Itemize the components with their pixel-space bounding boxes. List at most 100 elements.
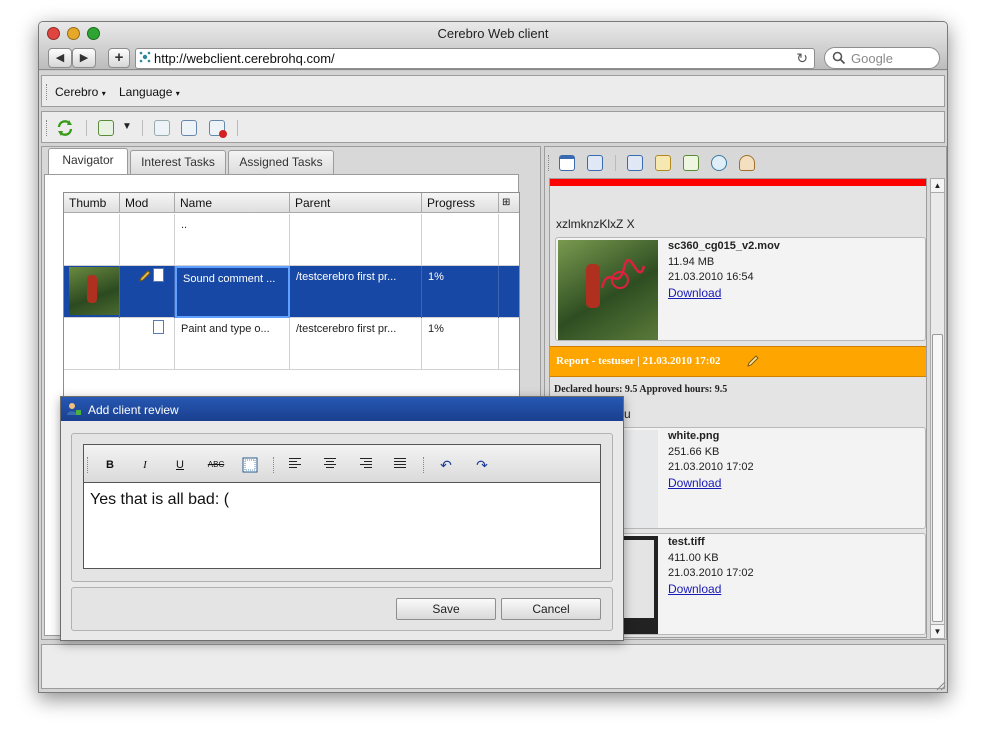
table-row-selected[interactable]: Sound comment ... /testcerebro first pr.… [64, 266, 519, 318]
download-link[interactable]: Download [668, 286, 721, 300]
scroll-down-icon[interactable]: ▼ [931, 624, 944, 638]
status-bar [41, 644, 945, 689]
dialog-button-bar: Save Cancel [71, 587, 613, 631]
search-placeholder: Google [851, 51, 893, 66]
attachment-size: 411.00 KB [668, 552, 719, 564]
browser-titlebar: Cerebro Web client ◀ ▶ + http://webclien… [39, 22, 947, 70]
attachment-date: 21.03.2010 17:02 [668, 567, 754, 579]
row-name: Sound comment ... [175, 266, 290, 318]
add-report-icon[interactable] [655, 155, 671, 171]
forward-button[interactable]: ▶ [72, 48, 96, 68]
toolbar-grip [87, 457, 89, 473]
address-bar[interactable]: http://webclient.cerebrohq.com/ ↻ [135, 48, 815, 69]
add-note-icon[interactable] [683, 155, 699, 171]
row-thumb [64, 214, 120, 266]
menu-language[interactable]: Language ▾ [119, 85, 180, 99]
column-header-progress[interactable]: Progress [422, 193, 499, 213]
dropdown-arrow-icon[interactable]: ▼ [122, 121, 132, 132]
attachment-thumbnail[interactable] [558, 240, 658, 340]
underline-button[interactable]: U [171, 457, 189, 473]
bold-button[interactable]: B [101, 457, 119, 473]
report-hours: Declared hours: 9.5 Approved hours: 9.5 [554, 384, 728, 395]
redo-icon[interactable]: ↷ [473, 457, 491, 473]
toolbar-grip [548, 155, 550, 171]
reload-icon[interactable]: ↻ [796, 50, 808, 67]
save-button[interactable]: Save [396, 598, 496, 620]
menu-bar: Cerebro ▾ Language ▾ [41, 75, 945, 107]
add-client-review-icon[interactable] [739, 155, 755, 171]
add-bookmark-button[interactable]: + [108, 48, 130, 68]
row-parent: /testcerebro first pr... [290, 266, 422, 318]
align-left-icon[interactable] [286, 457, 304, 473]
edit-report-icon[interactable] [746, 354, 760, 371]
alert-bar [550, 179, 926, 186]
tab-interest-tasks[interactable]: Interest Tasks [130, 150, 226, 174]
cancel-button[interactable]: Cancel [501, 598, 601, 620]
toolbar-separator [237, 120, 238, 136]
toolbar-separator [615, 155, 616, 171]
search-field[interactable]: Google [824, 47, 940, 69]
tab-assigned-tasks[interactable]: Assigned Tasks [228, 150, 334, 174]
insert-table-icon[interactable] [241, 457, 259, 473]
attachment-size: 251.66 KB [668, 446, 720, 458]
editor-container: B I U ABC ↶ ↷ Yes that is all bad: ( [71, 433, 613, 582]
tab-navigator[interactable]: Navigator [48, 148, 128, 174]
attachment-name: sc360_cg015_v2.mov [668, 240, 780, 252]
layout-single-icon[interactable] [559, 155, 575, 171]
row-progress: 1% [422, 266, 499, 318]
back-button[interactable]: ◀ [48, 48, 72, 68]
align-justify-icon[interactable] [391, 457, 409, 473]
scroll-thumb[interactable] [932, 334, 943, 622]
scroll-up-icon[interactable]: ▲ [931, 179, 944, 193]
client-review-icon [66, 401, 82, 420]
save-attachment-icon[interactable] [627, 155, 643, 171]
rich-text-editor: B I U ABC ↶ ↷ Yes that is all bad: ( [83, 444, 601, 569]
new-task-icon[interactable] [154, 120, 170, 136]
italic-button[interactable]: I [136, 457, 154, 473]
row-mod [120, 318, 175, 370]
review-text-input[interactable]: Yes that is all bad: ( [90, 491, 229, 509]
download-link[interactable]: Download [668, 582, 721, 596]
column-header-mod[interactable]: Mod [120, 193, 175, 213]
note-icon [153, 268, 164, 282]
attachment-date: 21.03.2010 17:02 [668, 461, 754, 473]
main-toolbar: ▼ [41, 111, 945, 143]
toolbar-grip [273, 457, 275, 473]
upload-icon[interactable] [98, 120, 114, 136]
row-mod [120, 266, 175, 318]
note-icon [153, 320, 164, 334]
column-chooser-icon[interactable]: ⊞ [499, 193, 519, 213]
delete-task-icon[interactable] [209, 120, 227, 138]
attachment-date: 21.03.2010 16:54 [668, 271, 754, 283]
download-link[interactable]: Download [668, 476, 721, 490]
table-row[interactable]: .. [64, 214, 519, 266]
format-toolbar: B I U ABC ↶ ↷ [84, 445, 600, 483]
menu-cerebro[interactable]: Cerebro ▾ [55, 85, 106, 99]
attachment-card: sc360_cg015_v2.mov 11.94 MB 21.03.2010 1… [555, 237, 926, 341]
toolbar-grip [46, 84, 48, 100]
table-row[interactable]: Paint and type o... /testcerebro first p… [64, 318, 519, 370]
toolbar-grip [423, 457, 425, 473]
back-arrow-icon: ◀ [55, 52, 65, 64]
dialog-titlebar[interactable]: Add client review [61, 397, 623, 421]
task-thumbnail [69, 267, 119, 315]
align-center-icon[interactable] [321, 457, 339, 473]
forward-arrow-icon: ▶ [79, 52, 89, 64]
resize-grip-icon[interactable] [936, 680, 946, 694]
feed-scrollbar[interactable]: ▲ ▼ [930, 178, 945, 639]
report-text: u [624, 407, 631, 421]
undo-icon[interactable]: ↶ [437, 457, 455, 473]
align-right-icon[interactable] [357, 457, 375, 473]
refresh-icon[interactable] [56, 119, 74, 140]
attachment-name: white.png [668, 430, 720, 442]
strikethrough-button[interactable]: ABC [204, 457, 228, 473]
add-comment-icon[interactable] [711, 155, 727, 171]
column-header-parent[interactable]: Parent [290, 193, 422, 213]
row-progress [422, 214, 499, 266]
row-mod [120, 214, 175, 266]
column-header-thumb[interactable]: Thumb [64, 193, 120, 213]
edit-task-icon[interactable] [181, 120, 197, 136]
column-header-name[interactable]: Name [175, 193, 290, 213]
layout-split-icon[interactable] [587, 155, 603, 171]
report-header: Report - testuser | 21.03.2010 17:02 [550, 346, 926, 377]
